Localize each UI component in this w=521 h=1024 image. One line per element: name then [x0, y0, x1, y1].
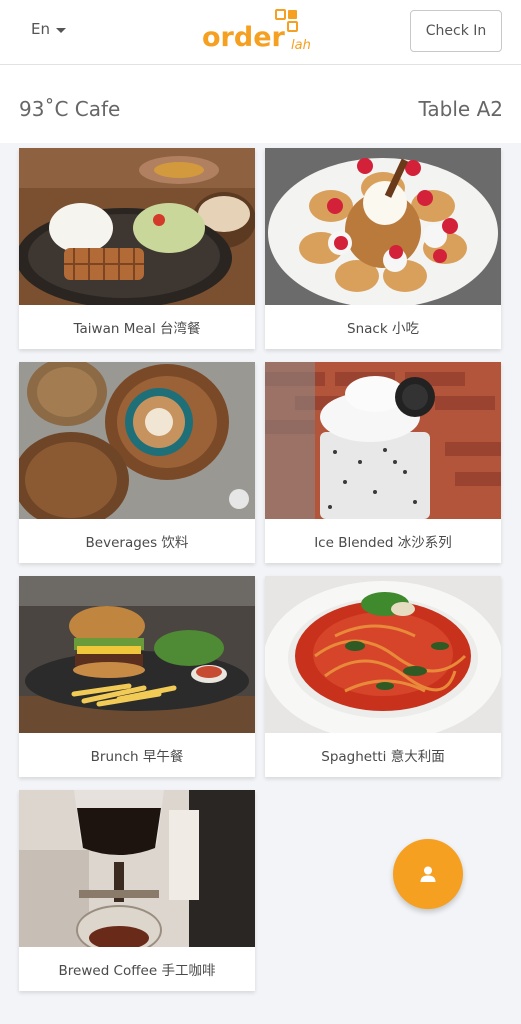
category-label: Ice Blended 冰沙系列: [314, 535, 452, 551]
check-in-label: Check In: [425, 23, 487, 39]
svg-text:order: order: [202, 22, 286, 52]
brunch-image: [19, 576, 255, 733]
ice-blended-image: [265, 362, 501, 519]
category-label: Brewed Coffee 手工咖啡: [58, 963, 216, 979]
category-card-snack[interactable]: Snack 小吃: [265, 148, 501, 349]
language-label: En: [31, 20, 50, 38]
snack-image: [265, 148, 501, 305]
category-label: Spaghetti 意大利面: [321, 749, 445, 765]
profile-fab-button[interactable]: [393, 839, 463, 909]
taiwan-meal-image: [19, 148, 255, 305]
brewed-coffee-image: [19, 790, 255, 947]
category-label: Brunch 早午餐: [90, 749, 184, 765]
svg-text:lah: lah: [291, 38, 311, 52]
category-label: Taiwan Meal 台湾餐: [73, 321, 201, 337]
category-label: Snack 小吃: [347, 321, 419, 337]
category-card-beverages[interactable]: Beverages 饮料: [19, 362, 255, 563]
user-icon: [420, 866, 436, 882]
category-card-brunch[interactable]: Brunch 早午餐: [19, 576, 255, 777]
category-card-brewed-coffee[interactable]: Brewed Coffee 手工咖啡: [19, 790, 255, 991]
language-selector[interactable]: En: [31, 20, 66, 38]
top-bar: En order lah Check In: [0, 0, 521, 65]
spaghetti-image: [265, 576, 501, 733]
category-label: Beverages 饮料: [85, 535, 189, 551]
category-card-taiwan-meal[interactable]: Taiwan Meal 台湾餐: [19, 148, 255, 349]
category-card-ice-blended[interactable]: Ice Blended 冰沙系列: [265, 362, 501, 563]
beverages-image: [19, 362, 255, 519]
chevron-down-icon: [55, 27, 66, 33]
category-card-spaghetti[interactable]: Spaghetti 意大利面: [265, 576, 501, 777]
orderlah-logo: order lah: [202, 9, 311, 52]
cafe-header: 93˚C Cafe Table A2: [0, 65, 521, 143]
cafe-name: 93˚C Cafe: [19, 97, 121, 121]
table-number: Table A2: [418, 97, 503, 121]
check-in-button[interactable]: Check In: [410, 10, 502, 52]
